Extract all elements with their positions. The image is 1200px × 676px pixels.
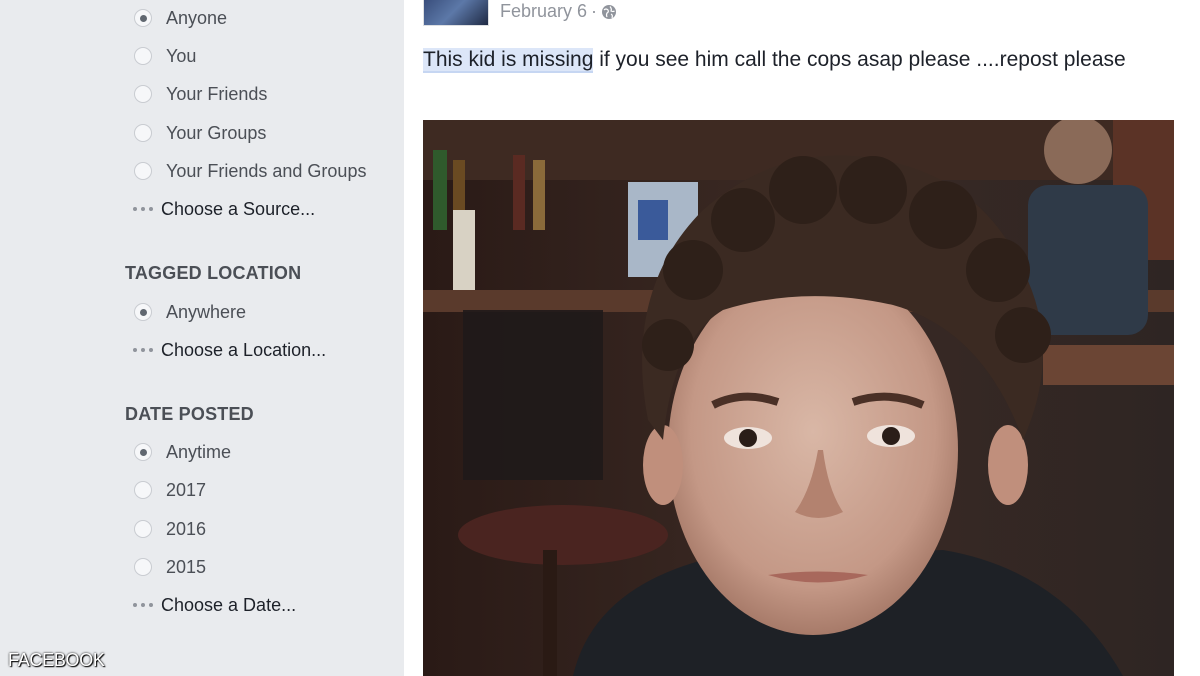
filter-option-you[interactable]: You: [134, 43, 196, 69]
more-dots-icon: [133, 603, 153, 607]
globe-icon[interactable]: [601, 4, 617, 20]
tagged-location-heading: TAGGED LOCATION: [125, 263, 302, 283]
choose-date-label: Choose a Date...: [161, 594, 297, 615]
filter-option-your-friends[interactable]: Your Friends: [134, 81, 267, 107]
choose-source-link[interactable]: Choose a Source...: [133, 196, 315, 222]
post-message-rest: if you see him call the cops asap please…: [593, 48, 1126, 71]
choose-location-link[interactable]: Choose a Location...: [133, 337, 326, 363]
filter-option-2015[interactable]: 2015: [134, 554, 206, 580]
filter-option-your-friends-and-groups[interactable]: Your Friends and Groups: [134, 158, 366, 184]
filter-option-label: Your Groups: [166, 122, 267, 143]
radio-button[interactable]: [134, 85, 152, 103]
filter-option-anytime[interactable]: Anytime: [134, 439, 231, 465]
search-filters-panel: Anyone You Your Friends Your Groups Your…: [0, 0, 404, 676]
radio-button[interactable]: [134, 520, 152, 538]
filter-option-label: Anyone: [166, 7, 228, 28]
filter-option-label: Your Friends: [166, 83, 268, 104]
search-result-post: February 6 · This kid is missing if you …: [404, 0, 1200, 676]
filter-option-label: Your Friends and Groups: [166, 160, 367, 181]
more-dots-icon: [133, 207, 153, 211]
filter-option-anyone[interactable]: Anyone: [134, 5, 227, 31]
radio-button[interactable]: [134, 9, 152, 27]
choose-location-label: Choose a Location...: [161, 339, 327, 360]
filter-option-anywhere[interactable]: Anywhere: [134, 299, 246, 325]
radio-button[interactable]: [134, 162, 152, 180]
radio-button[interactable]: [134, 303, 152, 321]
radio-button[interactable]: [134, 481, 152, 499]
filter-option-label: 2017: [166, 479, 207, 500]
filter-option-2016[interactable]: 2016: [134, 516, 206, 542]
choose-date-link[interactable]: Choose a Date...: [133, 592, 296, 618]
filter-option-label: You: [166, 45, 197, 66]
radio-button[interactable]: [134, 124, 152, 142]
post-date-link[interactable]: February 6: [500, 1, 587, 22]
filter-option-label: 2015: [166, 556, 207, 577]
filter-option-label: Anytime: [166, 441, 232, 462]
radio-button[interactable]: [134, 443, 152, 461]
separator-dot: ·: [591, 1, 598, 21]
choose-source-label: Choose a Source...: [161, 198, 316, 219]
post-photo[interactable]: [423, 120, 1174, 676]
filter-option-label: 2016: [166, 518, 207, 539]
radio-button[interactable]: [134, 558, 152, 576]
filter-option-2017[interactable]: 2017: [134, 477, 206, 503]
more-dots-icon: [133, 348, 153, 352]
boy-photo-illustration: [423, 120, 1174, 676]
search-match-highlight: This kid is missing: [423, 48, 594, 73]
radio-button[interactable]: [134, 47, 152, 65]
date-posted-heading: DATE POSTED: [125, 404, 254, 424]
filter-option-label: Anywhere: [166, 301, 247, 322]
filter-option-your-groups[interactable]: Your Groups: [134, 120, 266, 146]
post-message: This kid is missing if you see him call …: [423, 44, 1163, 75]
post-timestamp-row: February 6 ·: [500, 1, 617, 22]
facebook-watermark: FACEBOOK: [8, 650, 105, 670]
author-avatar[interactable]: [423, 0, 489, 26]
